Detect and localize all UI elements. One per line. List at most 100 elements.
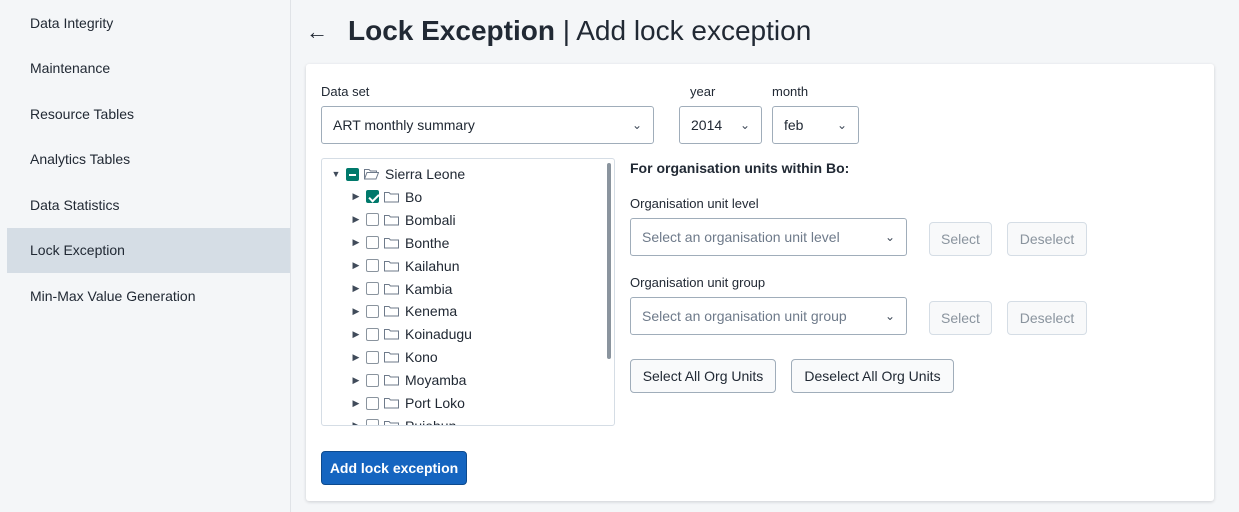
tree-node[interactable]: ▶ Kono [350, 346, 438, 368]
folder-icon [384, 306, 399, 317]
tree-node-label[interactable]: Bombali [405, 212, 456, 228]
checkbox[interactable] [366, 213, 379, 227]
tree-node-label[interactable]: Pujehun [405, 418, 456, 425]
chevron-down-icon: ⌄ [836, 118, 847, 132]
checkbox[interactable] [366, 304, 379, 318]
sidebar-item-analytics-tables[interactable]: Analytics Tables [7, 137, 290, 183]
tree-node-root[interactable]: ▼ Sierra Leone [330, 163, 466, 185]
deselect-all-org-units-button[interactable]: Deselect All Org Units [791, 359, 954, 393]
folder-icon [384, 375, 399, 386]
group-select-button[interactable]: Select [929, 301, 992, 335]
folder-icon [384, 214, 399, 226]
group-deselect-button[interactable]: Deselect [1007, 301, 1087, 335]
tree-node[interactable]: ▶ Koinadugu [350, 323, 472, 345]
folder-icon [384, 420, 399, 425]
caret-right-icon[interactable]: ▶ [350, 214, 362, 225]
year-select[interactable]: 2014 ⌄ [679, 106, 762, 144]
checkbox[interactable] [366, 396, 379, 410]
tree-node-label[interactable]: Moyamba [405, 372, 466, 388]
tree-node[interactable]: ▶ Bonthe [350, 232, 450, 254]
checkbox[interactable] [366, 282, 379, 295]
orgunit-level-placeholder: Select an organisation unit level [642, 229, 840, 245]
month-value: feb [784, 117, 804, 133]
page-title-section: Lock Exception [348, 15, 555, 46]
sidebar-item-data-integrity[interactable]: Data Integrity [7, 0, 290, 46]
tree-node-label[interactable]: Port Loko [405, 395, 465, 411]
tree-node-label[interactable]: Kenema [405, 303, 457, 319]
orgunit-level-select[interactable]: Select an organisation unit level ⌄ [630, 218, 907, 256]
checkbox-checked[interactable] [366, 190, 379, 204]
caret-right-icon[interactable]: ▶ [350, 352, 362, 363]
caret-right-icon[interactable]: ▶ [350, 260, 362, 271]
tree-node[interactable]: ▶ Pujehun [350, 415, 456, 425]
tree-node-label[interactable]: Koinadugu [405, 326, 472, 342]
chevron-down-icon: ⌄ [884, 309, 895, 323]
tree-node[interactable]: ▶ Moyamba [350, 369, 467, 391]
caret-right-icon[interactable]: ▶ [350, 237, 362, 248]
caret-right-icon[interactable]: ▶ [350, 329, 362, 340]
month-select[interactable]: feb ⌄ [772, 106, 859, 144]
page-title-separator: | [554, 15, 577, 46]
caret-right-icon[interactable]: ▶ [350, 191, 362, 202]
orgunit-tree[interactable]: ▼ Sierra Leone ▶ Bo ▶ Bombali ▶ Bonthe ▶ [321, 158, 615, 426]
chevron-down-icon: ⌄ [884, 230, 895, 244]
checkbox[interactable] [366, 350, 379, 364]
tree-node[interactable]: ▶ Kambia [350, 278, 453, 300]
tree-node-label[interactable]: Kambia [405, 281, 452, 297]
sidebar-item-lock-exception[interactable]: Lock Exception [7, 227, 290, 273]
orgunit-group-select[interactable]: Select an organisation unit group ⌄ [630, 297, 907, 335]
tree-node[interactable]: ▶ Port Loko [350, 392, 465, 414]
caret-down-icon[interactable]: ▼ [330, 169, 342, 179]
checkbox[interactable] [366, 419, 379, 425]
sidebar-item-maintenance[interactable]: Maintenance [7, 46, 290, 92]
caret-right-icon[interactable]: ▶ [350, 306, 362, 317]
tree-scrollbar[interactable] [607, 163, 611, 359]
tree-node-label[interactable]: Kailahun [405, 258, 460, 274]
sidebar-item-min-max-value-generation[interactable]: Min-Max Value Generation [7, 273, 290, 319]
dataset-value: ART monthly summary [333, 117, 475, 133]
orgunit-group-label: Organisation unit group [630, 275, 766, 290]
page-title: Lock Exception | Add lock exception [348, 14, 811, 48]
folder-icon [384, 352, 399, 363]
chevron-down-icon: ⌄ [739, 118, 750, 132]
tree-node[interactable]: ▶ Kailahun [350, 255, 460, 277]
tree-node[interactable]: ▶ Kenema [350, 300, 458, 322]
add-lock-exception-button[interactable]: Add lock exception [321, 451, 467, 485]
level-deselect-button[interactable]: Deselect [1007, 222, 1087, 256]
sidebar-item-resource-tables[interactable]: Resource Tables [7, 91, 290, 137]
year-label: year [690, 84, 716, 99]
page-title-action: Add lock exception [576, 15, 812, 46]
folder-icon [384, 283, 399, 294]
year-value: 2014 [691, 117, 723, 133]
select-all-org-units-button[interactable]: Select All Org Units [630, 359, 776, 393]
tree-node[interactable]: ▶ Bo [350, 186, 423, 208]
checkbox-partial[interactable] [346, 167, 359, 181]
month-label: month [772, 84, 809, 99]
chevron-down-icon: ⌄ [631, 118, 642, 132]
checkbox[interactable] [366, 373, 379, 387]
tree-node-label[interactable]: Bonthe [405, 235, 449, 251]
orgunit-group-placeholder: Select an organisation unit group [642, 308, 847, 324]
tree-node[interactable]: ▶ Bombali [350, 209, 456, 231]
tree-node-label[interactable]: Kono [405, 349, 438, 365]
folder-icon [384, 329, 399, 340]
dataset-select[interactable]: ART monthly summary ⌄ [321, 106, 654, 144]
level-select-button[interactable]: Select [929, 222, 992, 256]
sidebar-item-data-statistics[interactable]: Data Statistics [7, 182, 290, 228]
folder-open-icon [364, 169, 379, 180]
caret-right-icon[interactable]: ▶ [350, 420, 362, 425]
tree-node-label[interactable]: Sierra Leone [385, 166, 465, 182]
checkbox[interactable] [366, 327, 379, 341]
tree-node-label[interactable]: Bo [405, 189, 422, 205]
caret-right-icon[interactable]: ▶ [350, 283, 362, 294]
checkbox[interactable] [366, 259, 379, 273]
orgunit-section-title: For organisation units within Bo: [630, 160, 850, 176]
caret-right-icon[interactable]: ▶ [350, 375, 362, 386]
orgunit-level-label: Organisation unit level [630, 196, 759, 211]
arrow-left-icon[interactable]: ← [306, 18, 328, 46]
checkbox[interactable] [366, 236, 379, 250]
caret-right-icon[interactable]: ▶ [350, 398, 362, 409]
folder-icon [384, 191, 399, 203]
folder-icon [384, 260, 399, 272]
folder-icon [384, 398, 399, 409]
